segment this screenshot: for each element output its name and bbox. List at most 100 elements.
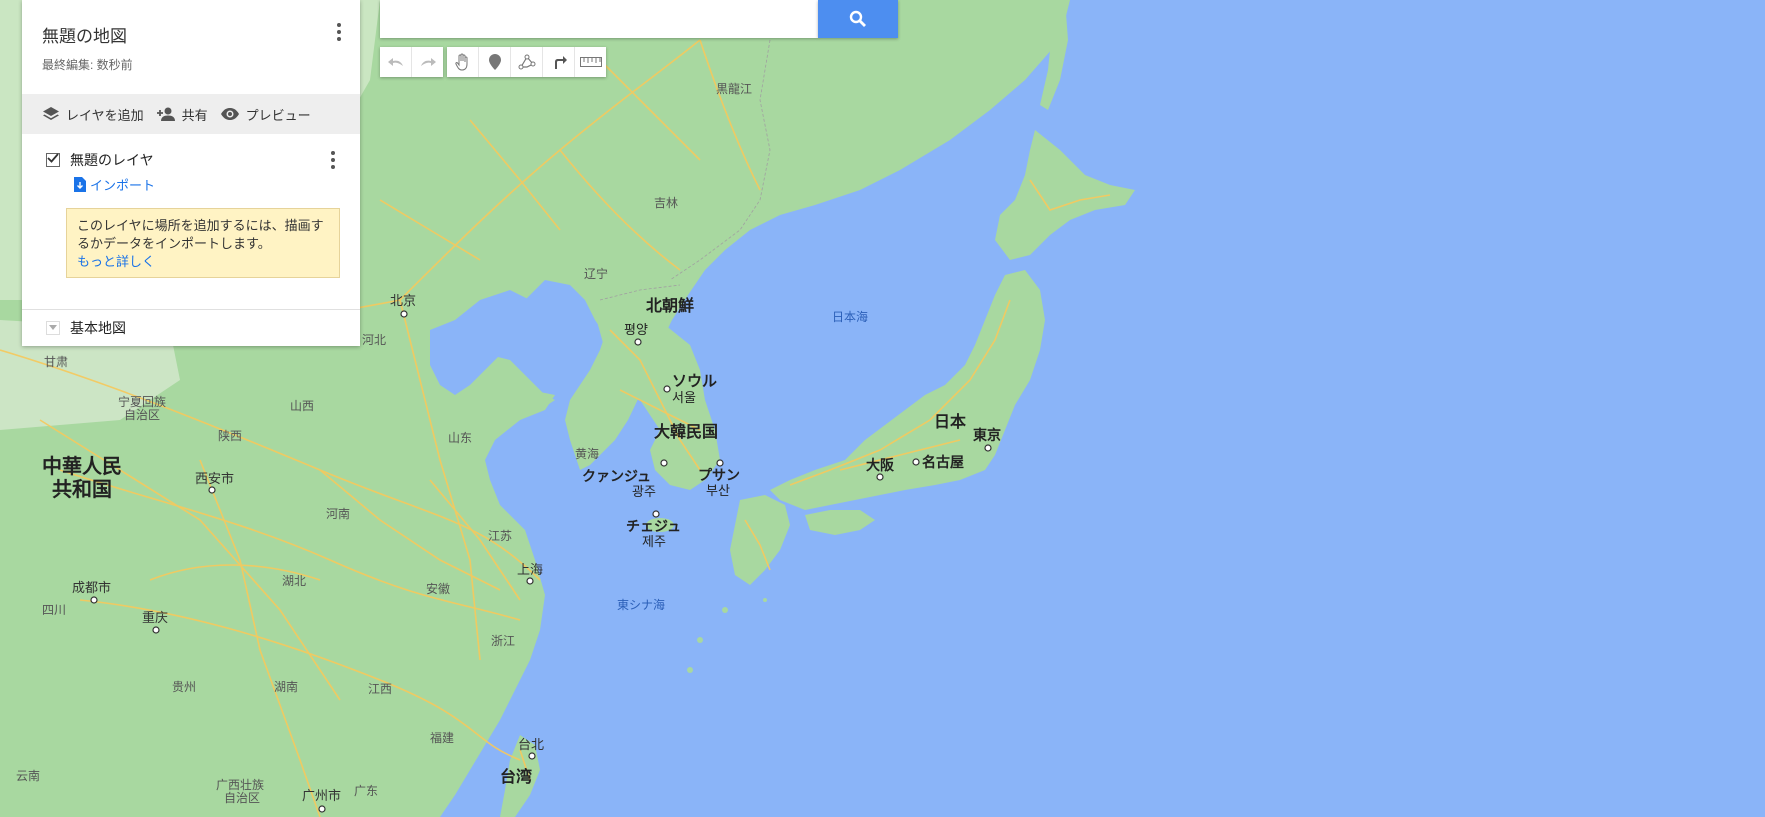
search-box bbox=[380, 0, 818, 38]
label-sichuan: 四川 bbox=[42, 603, 66, 617]
layer-checkbox[interactable] bbox=[46, 153, 60, 167]
city-dot-osaka bbox=[876, 473, 884, 481]
history-group bbox=[380, 47, 443, 77]
label-sea-of-japan: 日本海 bbox=[832, 309, 868, 324]
ryukyu-island bbox=[687, 667, 693, 673]
directions-icon bbox=[554, 56, 567, 69]
label-guangzhou: 广州市 bbox=[302, 788, 341, 803]
label-beijing: 北京 bbox=[390, 293, 416, 308]
label-henan: 河南 bbox=[326, 506, 350, 521]
map-toolbar bbox=[380, 47, 606, 77]
label-heilongjiang: 黒龍江 bbox=[716, 81, 752, 96]
city-dot-xian bbox=[208, 486, 216, 494]
measure-button[interactable] bbox=[575, 47, 606, 77]
map-menu-button[interactable] bbox=[329, 20, 349, 44]
share-label: 共有 bbox=[181, 107, 208, 123]
search-input[interactable] bbox=[380, 0, 804, 38]
more-vert-icon bbox=[337, 23, 341, 27]
label-ningxia: 宁夏回族 bbox=[118, 394, 166, 409]
city-dot-chongqing bbox=[152, 626, 160, 634]
label-jiangxi: 江西 bbox=[368, 682, 392, 696]
ruler-icon bbox=[579, 57, 602, 67]
label-hebei: 河北 bbox=[362, 333, 386, 347]
check-icon bbox=[47, 153, 59, 163]
directions-button[interactable] bbox=[543, 47, 575, 77]
last-edited-text: 最終編集: 数秒前 bbox=[42, 58, 133, 72]
learn-more-link[interactable]: もっと詳しく bbox=[77, 253, 329, 271]
label-xian: 西安市 bbox=[195, 471, 234, 486]
layer-item: 無題のレイヤ bbox=[46, 150, 154, 170]
label-yunnan: 云南 bbox=[16, 768, 40, 783]
more-vert-icon bbox=[331, 151, 335, 155]
city-dot-shanghai bbox=[526, 577, 534, 585]
base-map-toggle[interactable]: 基本地図 bbox=[46, 318, 126, 338]
select-tool-button[interactable] bbox=[447, 47, 479, 77]
label-china-1: 中華人民 bbox=[42, 454, 122, 478]
label-hunan: 湖南 bbox=[274, 679, 298, 694]
label-jilin: 吉林 bbox=[654, 196, 678, 210]
label-liaoning: 辽宁 bbox=[584, 266, 608, 281]
map-title[interactable]: 無題の地図 bbox=[42, 22, 127, 47]
label-east-china-sea: 東シナ海 bbox=[617, 597, 665, 612]
add-marker-button[interactable] bbox=[479, 47, 511, 77]
label-jeju-ko: 제주 bbox=[642, 534, 666, 549]
ryukyu-island bbox=[697, 637, 703, 643]
import-file-icon bbox=[74, 177, 86, 192]
label-gwangju-ko: 광주 bbox=[632, 484, 656, 499]
city-dot-seoul bbox=[663, 385, 671, 393]
undo-icon bbox=[387, 58, 403, 66]
add-layer-button[interactable]: レイヤを追加 bbox=[42, 105, 144, 124]
label-anhui: 安徽 bbox=[426, 581, 450, 596]
layer-name[interactable]: 無題のレイヤ bbox=[70, 150, 154, 170]
marker-icon bbox=[488, 54, 501, 70]
label-nagoya: 名古屋 bbox=[922, 454, 964, 470]
label-osaka: 大阪 bbox=[866, 457, 895, 473]
label-shanxi: 山西 bbox=[290, 399, 314, 413]
label-hubei: 湖北 bbox=[282, 573, 306, 588]
layers-panel: 無題の地図 最終編集: 数秒前 レイヤを追加 共有 プレビュー 無題のレイヤ イ… bbox=[22, 0, 360, 346]
label-guangdong: 广东 bbox=[354, 784, 378, 798]
city-dot-guangzhou bbox=[318, 805, 326, 813]
layer-hint-box: このレイヤに場所を追加するには、描画するかデータをインポートします。 もっと詳し… bbox=[66, 208, 340, 278]
preview-button[interactable]: プレビュー bbox=[220, 105, 311, 124]
city-dot-taipei bbox=[528, 752, 536, 760]
label-taiwan: 台湾 bbox=[500, 767, 532, 786]
search-button[interactable] bbox=[818, 0, 898, 38]
label-seoul-ko: 서울 bbox=[672, 390, 696, 405]
hint-text: このレイヤに場所を追加するには、描画するかデータをインポートします。 bbox=[77, 218, 324, 251]
base-map-label: 基本地図 bbox=[70, 320, 126, 336]
city-dot-pyongyang bbox=[634, 338, 642, 346]
label-chongqing: 重庆 bbox=[142, 610, 168, 625]
city-dot-nagoya bbox=[912, 458, 920, 466]
city-dot-tokyo bbox=[984, 444, 992, 452]
draw-line-icon bbox=[518, 54, 535, 70]
city-dot-gwangju bbox=[660, 459, 668, 467]
draw-line-button[interactable] bbox=[511, 47, 543, 77]
undo-button[interactable] bbox=[380, 47, 412, 77]
label-shaanxi: 陕西 bbox=[218, 428, 242, 443]
eye-icon bbox=[220, 108, 239, 120]
label-ningxia2: 自治区 bbox=[124, 408, 160, 422]
tools-group bbox=[447, 47, 606, 77]
ryukyu-island bbox=[722, 607, 728, 613]
label-shandong: 山东 bbox=[448, 431, 472, 445]
search-icon bbox=[849, 10, 866, 27]
layer-menu-button[interactable] bbox=[323, 148, 343, 172]
label-zhejiang: 浙江 bbox=[491, 634, 515, 648]
label-busan: プサン bbox=[698, 467, 740, 483]
label-north-korea: 北朝鮮 bbox=[646, 296, 694, 315]
label-gwangju: クァンジュ bbox=[582, 468, 651, 484]
label-jiangsu: 江苏 bbox=[488, 529, 512, 543]
label-fujian: 福建 bbox=[430, 730, 454, 745]
preview-label: プレビュー bbox=[245, 107, 311, 123]
redo-icon bbox=[420, 58, 436, 66]
label-busan-ko: 부산 bbox=[706, 483, 730, 498]
layers-icon bbox=[43, 107, 59, 120]
label-jeju: チェジュ bbox=[626, 518, 681, 534]
redo-button[interactable] bbox=[412, 47, 443, 77]
label-guangxi: 广西壮族 bbox=[216, 778, 264, 792]
city-dot-busan bbox=[716, 459, 724, 467]
share-button[interactable]: 共有 bbox=[156, 105, 208, 124]
import-link[interactable]: インポート bbox=[74, 175, 155, 194]
import-label: インポート bbox=[90, 178, 156, 193]
